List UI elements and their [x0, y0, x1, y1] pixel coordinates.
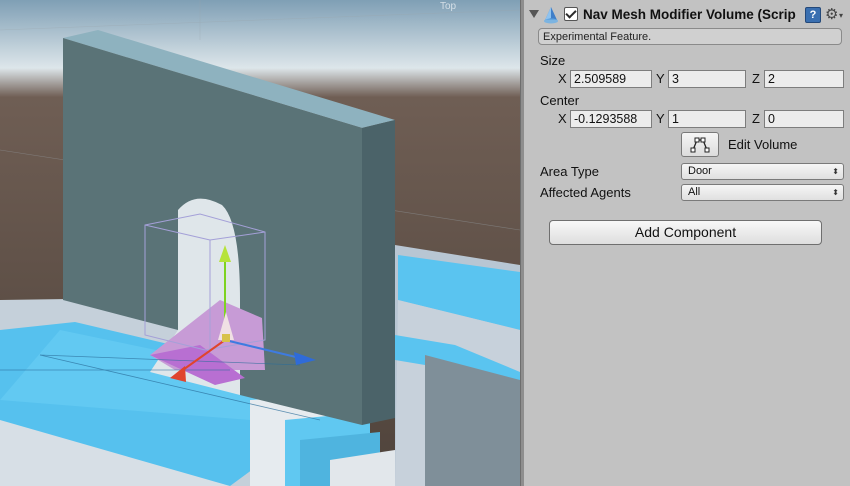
size-z-field[interactable]: 2	[764, 70, 844, 88]
affected-agents-label: Affected Agents	[540, 185, 631, 200]
size-x-field[interactable]: 2.509589	[570, 70, 652, 88]
affected-agents-value: All	[688, 186, 701, 198]
affected-agents-dropdown[interactable]: All ⬍	[681, 184, 844, 201]
center-label: Center	[540, 93, 580, 108]
dropdown-arrows-icon: ⬍	[832, 167, 839, 176]
inspector-panel: Nav Mesh Modifier Volume (Scrip ? ⚙ ▾ Ex…	[524, 0, 850, 486]
edit-volume-label: Edit Volume	[728, 137, 798, 152]
scene-gizmo-label: Top	[440, 1, 457, 12]
area-type-label: Area Type	[540, 164, 600, 179]
center-z-field[interactable]: 0	[764, 110, 844, 128]
component-header[interactable]: Nav Mesh Modifier Volume (Scrip ? ⚙ ▾	[524, 0, 850, 30]
edit-volume-button[interactable]	[681, 132, 719, 157]
gear-menu-caret-icon[interactable]: ▾	[839, 11, 843, 20]
area-type-dropdown[interactable]: Door ⬍	[681, 163, 844, 180]
center-x-field[interactable]: -0.1293588	[570, 110, 652, 128]
center-y-field[interactable]: 1	[668, 110, 746, 128]
size-y-field[interactable]: 3	[668, 70, 746, 88]
edit-volume-icon	[690, 137, 710, 153]
help-book-icon[interactable]: ?	[805, 7, 821, 23]
size-label: Size	[540, 53, 566, 68]
info-box: Experimental Feature.	[538, 28, 842, 45]
add-component-button[interactable]: Add Component	[549, 220, 822, 245]
foldout-arrow-icon[interactable]	[529, 10, 539, 18]
nav-mesh-cone-icon	[541, 5, 561, 25]
area-type-value: Door	[688, 165, 712, 177]
component-title: Nav Mesh Modifier Volume (Scrip	[583, 7, 796, 22]
size-y-axis-label: Y	[656, 71, 665, 86]
scene-view[interactable]: Top	[0, 0, 520, 486]
dropdown-arrows-icon: ⬍	[832, 188, 839, 197]
component-enabled-checkbox[interactable]	[564, 7, 578, 21]
center-z-axis-label: Z	[752, 111, 760, 126]
center-x-axis-label: X	[558, 111, 567, 126]
size-z-axis-label: Z	[752, 71, 760, 86]
size-x-axis-label: X	[558, 71, 567, 86]
center-y-axis-label: Y	[656, 111, 665, 126]
gear-icon[interactable]: ⚙	[825, 5, 838, 23]
